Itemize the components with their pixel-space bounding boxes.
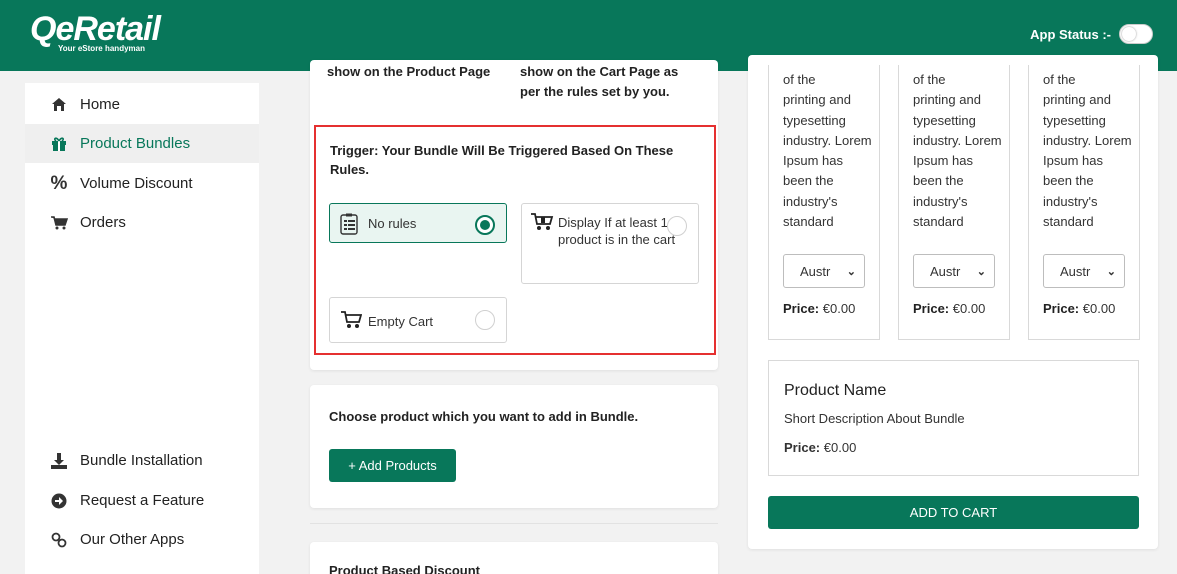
short-description: Short Description About Bundle xyxy=(784,411,965,426)
trigger-option-empty-cart[interactable]: Empty Cart xyxy=(329,297,507,343)
section-divider xyxy=(310,523,718,524)
app-status-toggle[interactable] xyxy=(1119,24,1153,44)
trigger-radio-display-if[interactable] xyxy=(667,216,687,236)
sidebar-item-label: Home xyxy=(80,96,121,113)
trigger-title: Trigger: Your Bundle Will Be Triggered B… xyxy=(330,143,674,177)
sidebar-item-label: Product Bundles xyxy=(80,135,191,152)
sidebar-item-label: Bundle Installation xyxy=(80,452,203,469)
sidebar-item-orders[interactable]: Orders xyxy=(25,203,259,242)
link-icon xyxy=(50,531,68,549)
choose-products-card: Choose product which you want to add in … xyxy=(310,385,718,508)
add-to-cart-button[interactable]: ADD TO CART xyxy=(768,496,1139,529)
bundle-summary: Product Name Short Description About Bun… xyxy=(768,360,1139,476)
app-status-label: App Status :- xyxy=(1030,26,1111,42)
sidebar-item-product-bundles[interactable]: Product Bundles xyxy=(25,124,259,163)
cart-icon xyxy=(530,212,554,234)
choose-products-title: Choose product which you want to add in … xyxy=(329,409,639,424)
sidebar: Home Product Bundles % Volume Discount O… xyxy=(25,83,259,574)
percent-icon: % xyxy=(50,172,68,194)
trigger-card: show on the Product Page show on the Car… xyxy=(310,60,718,370)
discount-card: Product Based Discount xyxy=(310,542,718,574)
chevron-down-icon: ⌄ xyxy=(976,265,986,278)
trigger-option-display-if[interactable]: Display If at least 1 product is in the … xyxy=(521,203,699,284)
trigger-option-label: Empty Cart xyxy=(368,314,434,329)
app-status: App Status :- xyxy=(1030,24,1153,44)
discount-title: Product Based Discount xyxy=(329,563,480,574)
bundle-preview: of the printing and typesetting industry.… xyxy=(748,55,1158,549)
product-description: of the printing and typesetting industry.… xyxy=(913,72,1002,230)
sidebar-item-label: Request a Feature xyxy=(80,492,205,509)
display-right-text-1: show on the Cart Page as xyxy=(520,64,679,79)
product-price: Price: €0.00 xyxy=(913,301,986,316)
logo-tagline: Your eStore handyman xyxy=(58,44,145,53)
checklist-icon xyxy=(340,213,360,235)
product-name: Product Name xyxy=(784,382,887,399)
arrow-circle-icon xyxy=(50,492,68,510)
gift-icon xyxy=(50,135,68,153)
trigger-option-no-rules[interactable]: No rules xyxy=(329,203,507,243)
logo-text: QeRetail xyxy=(30,10,161,48)
product-price: Price: €0.00 xyxy=(783,301,856,316)
preview-product-column: of the printing and typesetting industry.… xyxy=(1028,65,1140,340)
sidebar-item-request-feature[interactable]: Request a Feature xyxy=(25,481,259,520)
app-logo[interactable]: QeRetail Your eStore handyman xyxy=(30,10,161,53)
download-icon xyxy=(50,452,68,470)
variant-select[interactable]: Austr ⌄ xyxy=(783,254,865,288)
sidebar-item-other-apps[interactable]: Our Other Apps xyxy=(25,520,259,559)
sidebar-item-bundle-installation[interactable]: Bundle Installation xyxy=(25,441,259,480)
product-description: of the printing and typesetting industry.… xyxy=(783,72,872,230)
chevron-down-icon: ⌄ xyxy=(846,265,856,278)
trigger-radio-no-rules[interactable] xyxy=(475,215,495,235)
preview-product-column: of the printing and typesetting industry.… xyxy=(898,65,1010,340)
cart-icon xyxy=(50,214,68,232)
preview-product-column: of the printing and typesetting industry.… xyxy=(768,65,880,340)
sidebar-item-volume-discount[interactable]: % Volume Discount xyxy=(25,164,259,203)
trigger-radio-empty-cart[interactable] xyxy=(475,310,495,330)
variant-select[interactable]: Austr ⌄ xyxy=(1043,254,1125,288)
home-icon xyxy=(50,96,68,114)
variant-select[interactable]: Austr ⌄ xyxy=(913,254,995,288)
sidebar-item-home[interactable]: Home xyxy=(25,85,259,124)
cart-icon xyxy=(340,310,363,332)
trigger-section: Trigger: Your Bundle Will Be Triggered B… xyxy=(314,125,716,355)
add-products-button[interactable]: + Add Products xyxy=(329,449,456,482)
sidebar-item-label: Orders xyxy=(80,214,126,231)
bundle-price: Price: €0.00 xyxy=(784,440,857,455)
display-left-text: show on the Product Page xyxy=(327,64,491,79)
product-price: Price: €0.00 xyxy=(1043,301,1116,316)
chevron-down-icon: ⌄ xyxy=(1106,265,1116,278)
display-right-text-2: per the rules set by you. xyxy=(520,84,670,99)
trigger-option-label: Display If at least 1 product is in the … xyxy=(558,215,676,247)
sidebar-item-label: Our Other Apps xyxy=(80,531,185,548)
sidebar-item-label: Volume Discount xyxy=(80,175,193,192)
trigger-option-label: No rules xyxy=(368,216,417,231)
product-description: of the printing and typesetting industry.… xyxy=(1043,72,1132,230)
